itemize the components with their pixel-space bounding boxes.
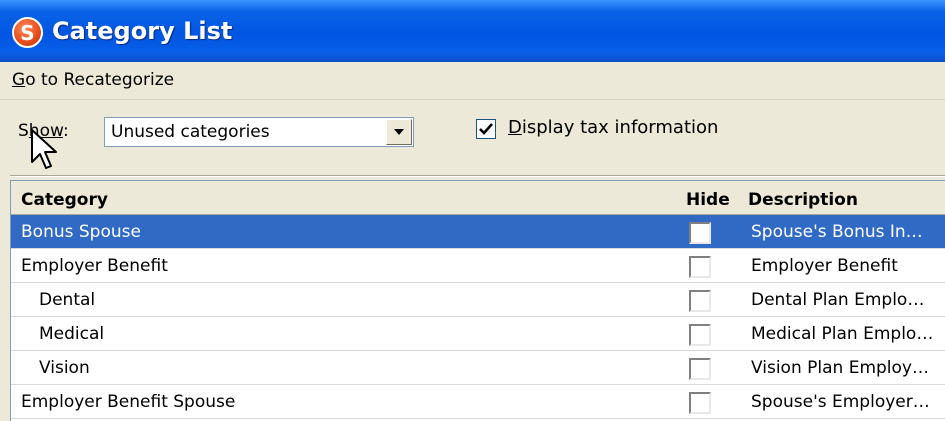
category-description: Medical Plan Emplo… [751,324,934,344]
grid-header: Category Hide Description [11,181,945,215]
filter-toolbar: Show: Unused categories Display tax info… [0,100,945,170]
category-description: Spouse's Employer… [751,392,930,412]
column-header-category[interactable]: Category [21,190,108,210]
chevron-down-icon [394,129,404,135]
dropdown-arrow-button[interactable] [386,119,412,145]
divider [10,175,945,177]
category-name: Bonus Spouse [21,222,141,242]
show-filter-value: Unused categories [111,122,270,142]
category-description: Spouse's Bonus In… [751,222,923,242]
tax-label-mnemonic: D [508,117,522,138]
hide-checkbox[interactable] [689,324,711,346]
checkmark-icon [479,123,493,135]
window-body: Go to Recategorize Show: Unused categori… [0,62,945,421]
category-name: Dental [39,290,96,310]
table-row[interactable]: Employer Benefit Spouse Spouse's Employe… [11,385,945,419]
table-row[interactable]: Dental Dental Plan Emplo… [11,283,945,317]
show-label-colon: : [62,121,69,141]
app-logo-icon: S [12,17,43,48]
table-row[interactable]: Vision Vision Plan Employ… [11,351,945,385]
category-description: Vision Plan Employ… [751,358,929,378]
mouse-pointer-icon [31,129,57,169]
app-logo-glyph: S [20,20,35,45]
hide-checkbox[interactable] [689,290,711,312]
category-name: Medical [39,324,105,344]
go-to-recategorize-menu[interactable]: Go to Recategorize [12,70,174,90]
category-name: Employer Benefit Spouse [21,392,236,412]
hide-checkbox[interactable] [689,256,711,278]
menu-mnemonic: G [12,70,26,90]
category-description: Employer Benefit [751,256,898,276]
window-title: Category List [52,17,233,45]
table-row[interactable]: Medical Medical Plan Emplo… [11,317,945,351]
column-header-description[interactable]: Description [748,190,858,210]
table-row[interactable]: Bonus Spouse Spouse's Bonus In… [11,215,945,249]
title-bar[interactable]: S Category List [0,0,945,62]
display-tax-label[interactable]: Display tax information [508,117,718,138]
show-label-start: S [18,121,29,141]
menu-label: o to Recategorize [25,70,175,90]
category-name: Employer Benefit [21,256,168,276]
display-tax-checkbox[interactable] [476,119,496,139]
hide-checkbox[interactable] [689,392,711,414]
show-filter-dropdown[interactable]: Unused categories [104,117,414,147]
hide-checkbox[interactable] [689,358,711,380]
category-description: Dental Plan Emplo… [751,290,925,310]
column-header-hide[interactable]: Hide [686,190,730,210]
table-row[interactable]: Employer Benefit Employer Benefit [11,249,945,283]
menu-bar: Go to Recategorize [0,62,945,100]
tax-label-text: isplay tax information [521,117,719,138]
category-name: Vision [39,358,90,378]
category-grid: Category Hide Description Bonus Spouse S… [10,180,945,421]
hide-checkbox[interactable] [689,222,711,244]
